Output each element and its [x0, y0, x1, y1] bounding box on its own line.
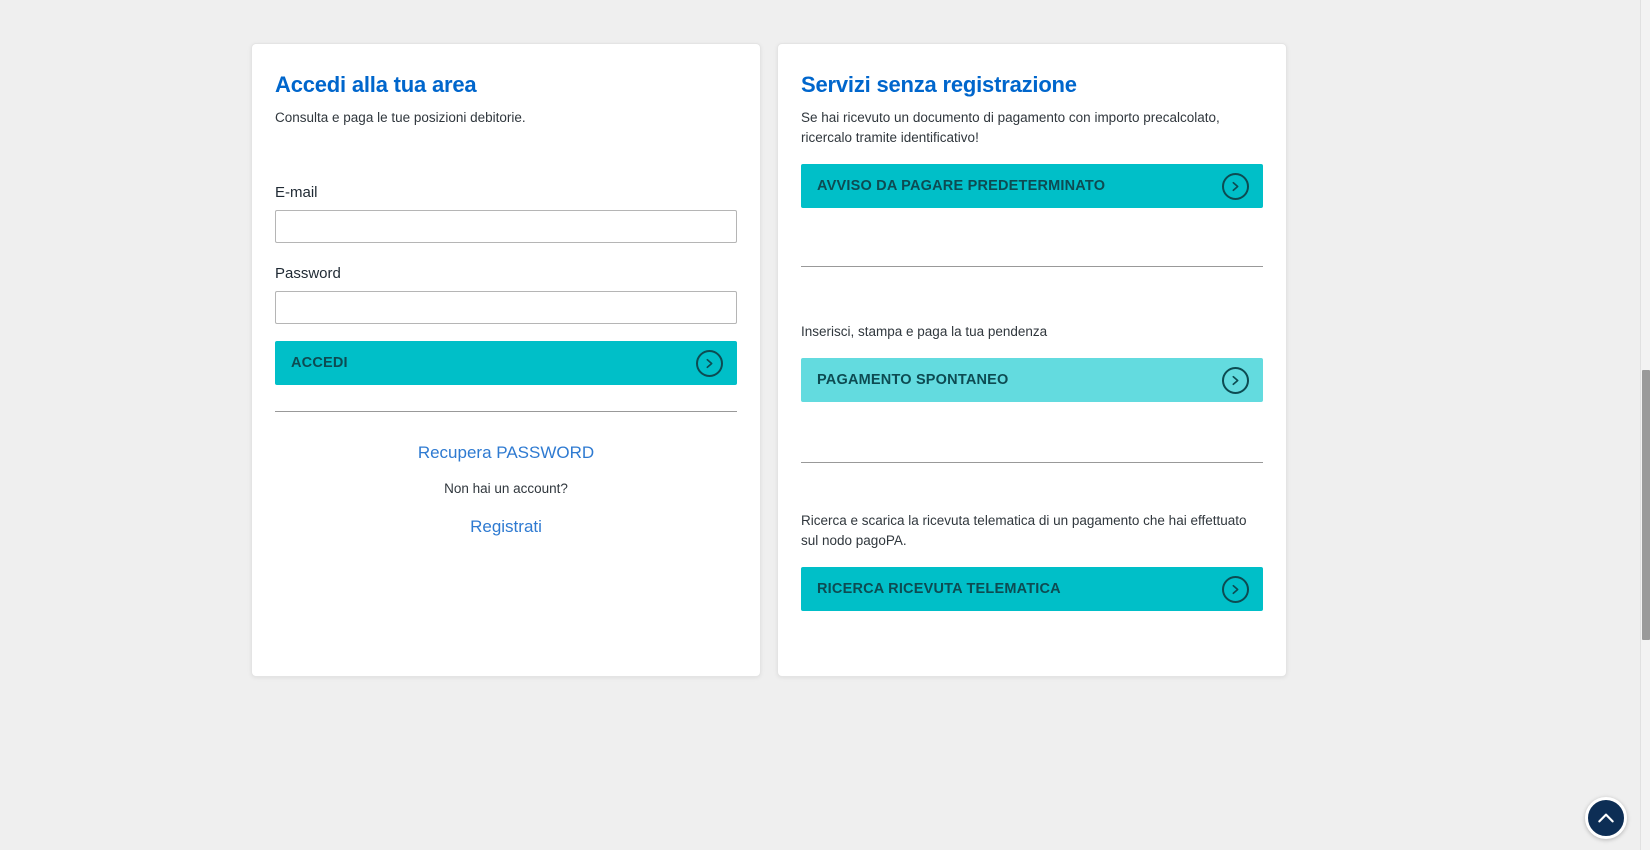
login-links: Recupera PASSWORD Non hai un account? Re… — [275, 412, 737, 538]
email-input[interactable] — [275, 210, 737, 243]
services-divider — [801, 462, 1263, 463]
ricevuta-description: Ricerca e scarica la ricevuta telematica… — [801, 511, 1263, 551]
avviso-description: Se hai ricevuto un documento di pagament… — [801, 108, 1263, 148]
chevron-right-circle-icon — [696, 350, 723, 377]
ricevuta-button-label: RICERCA RICEVUTA TELEMATICA — [817, 581, 1061, 597]
scrollbar-thumb[interactable] — [1642, 370, 1650, 640]
scrollbar[interactable] — [1640, 0, 1650, 850]
accedi-button[interactable]: ACCEDI — [275, 341, 737, 385]
chevron-right-circle-icon — [1222, 367, 1249, 394]
accedi-button-label: ACCEDI — [291, 355, 348, 371]
spontaneo-description: Inserisci, stampa e paga la tua pendenza — [801, 322, 1263, 342]
scroll-to-top-button[interactable] — [1585, 797, 1627, 839]
spontaneo-button-label: PAGAMENTO SPONTANEO — [817, 372, 1009, 388]
register-link[interactable]: Registrati — [470, 516, 542, 538]
main-content: Accedi alla tua area Consulta e paga le … — [251, 43, 1287, 677]
recover-password-link[interactable]: Recupera PASSWORD — [418, 442, 594, 464]
login-card: Accedi alla tua area Consulta e paga le … — [251, 43, 761, 677]
services-card: Servizi senza registrazione Se hai ricev… — [777, 43, 1287, 677]
login-subtitle: Consulta e paga le tue posizioni debitor… — [275, 108, 737, 128]
password-label: Password — [275, 263, 737, 285]
pagamento-spontaneo-button[interactable]: PAGAMENTO SPONTANEO — [801, 358, 1263, 402]
chevron-right-circle-icon — [1222, 576, 1249, 603]
services-title: Servizi senza registrazione — [801, 71, 1263, 98]
password-input[interactable] — [275, 291, 737, 324]
login-title: Accedi alla tua area — [275, 71, 737, 98]
avviso-predeterminato-button[interactable]: AVVISO DA PAGARE PREDETERMINATO — [801, 164, 1263, 208]
services-divider — [801, 266, 1263, 267]
email-label: E-mail — [275, 182, 737, 204]
no-account-text: Non hai un account? — [275, 480, 737, 498]
avviso-button-label: AVVISO DA PAGARE PREDETERMINATO — [817, 178, 1105, 194]
chevron-up-icon — [1596, 811, 1616, 825]
ricerca-ricevuta-button[interactable]: RICERCA RICEVUTA TELEMATICA — [801, 567, 1263, 611]
chevron-right-circle-icon — [1222, 173, 1249, 200]
